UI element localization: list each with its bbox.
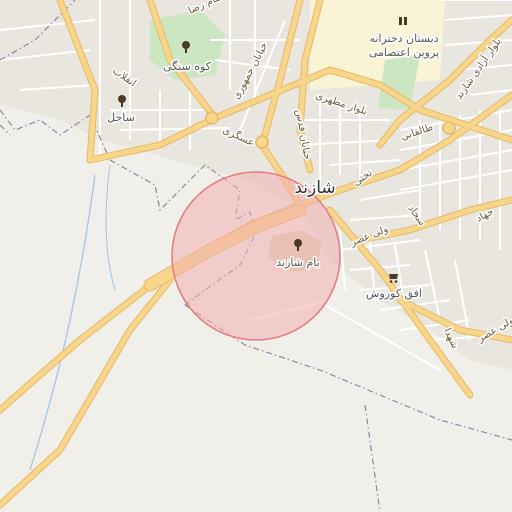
school-label-1: دبستان دخترانه	[369, 32, 438, 45]
map-view[interactable]: شازند بام شازند کوه سنگی ساحل دبستان دخت…	[0, 0, 512, 512]
school-area	[310, 0, 445, 90]
bam-label: بام شازند	[276, 256, 319, 269]
school-label-2: پروین اعتصامی	[369, 46, 439, 59]
sahel-label: ساحل	[107, 111, 135, 124]
city-label: شازند	[294, 178, 335, 198]
ofogh-label: افق کوروش	[366, 287, 422, 301]
kooh-label: کوه سنگی	[163, 60, 212, 73]
map-canvas: شازند بام شازند کوه سنگی ساحل دبستان دخت…	[0, 0, 512, 512]
